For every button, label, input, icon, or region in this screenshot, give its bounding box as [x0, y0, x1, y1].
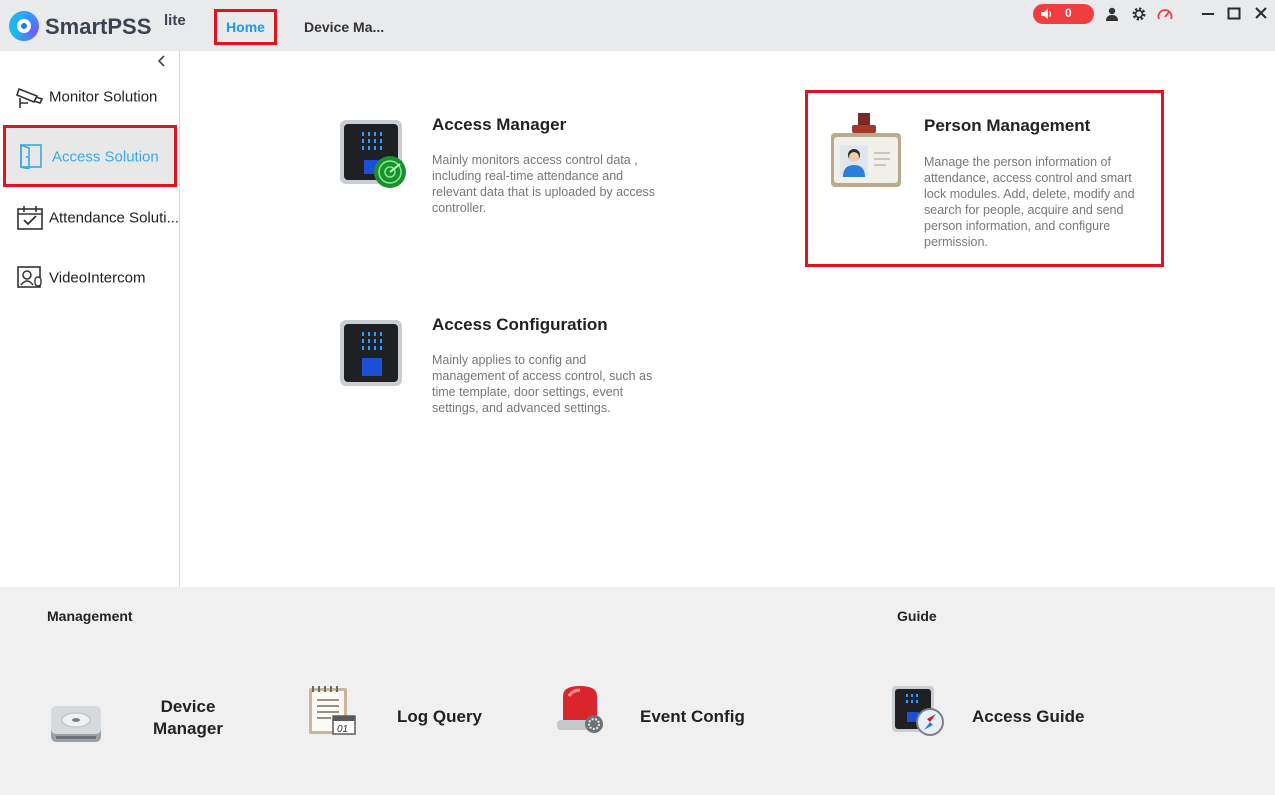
person-management-card[interactable]: Person Management Manage the person info…	[805, 90, 1164, 267]
access-terminal-icon	[340, 320, 402, 386]
alarm-light-gear-icon	[557, 686, 603, 733]
user-icon[interactable]	[1104, 6, 1120, 22]
app-name: SmartPSS	[45, 14, 152, 39]
alarm-count: 0	[1065, 6, 1072, 20]
performance-gauge-icon[interactable]	[1157, 6, 1173, 22]
log-query-label: Log Query	[397, 707, 483, 726]
bottom-panel: Management Guide Device Manager 01 Log Q…	[0, 587, 1275, 795]
hard-drive-icon	[51, 706, 101, 742]
sidebar-item-access-solution[interactable]: Access Solution	[3, 125, 177, 187]
sidebar-item-label: Attendance Soluti...	[49, 209, 180, 227]
door-icon	[20, 143, 42, 169]
access-manager-card[interactable]: Access Manager Mainly monitors access co…	[338, 112, 668, 232]
access-guide-compass-icon	[892, 686, 944, 736]
gear-icon[interactable]	[1131, 6, 1147, 22]
access-manager-description: Mainly monitors access control data , in…	[432, 153, 656, 215]
access-manager-title: Access Manager	[432, 115, 567, 134]
access-guide-button[interactable]: Access Guide	[890, 682, 1100, 742]
log-notepad-icon: 01	[309, 686, 356, 735]
sidebar-item-attendance-solution[interactable]: Attendance Soluti...	[0, 191, 180, 251]
access-configuration-card[interactable]: Access Configuration Mainly applies to c…	[338, 312, 668, 432]
title-bar: SmartPSS lite Home Device Ma... 0	[0, 0, 1275, 51]
tab-device-manager[interactable]: Device Ma...	[304, 9, 384, 45]
cctv-camera-icon	[16, 87, 44, 108]
event-config-label: Event Config	[640, 707, 745, 726]
speaker-icon	[1041, 9, 1052, 19]
close-icon[interactable]	[1252, 4, 1270, 22]
chevron-left-icon[interactable]	[154, 53, 170, 69]
event-config-button[interactable]: Event Config	[553, 682, 763, 742]
app-suffix: lite	[164, 12, 186, 29]
access-configuration-description: Mainly applies to config and management …	[432, 353, 653, 415]
access-terminal-radar-icon	[340, 120, 406, 188]
svg-text:01: 01	[337, 724, 348, 735]
person-management-description: Manage the person information of attenda…	[924, 155, 1135, 249]
device-manager-label: Device Manager	[153, 697, 223, 738]
management-section-title: Management	[47, 608, 133, 624]
log-query-button[interactable]: 01 Log Query	[305, 682, 505, 742]
guide-section-title: Guide	[897, 608, 937, 624]
calendar-check-icon	[17, 206, 43, 230]
intercom-icon	[17, 266, 42, 288]
access-guide-label: Access Guide	[972, 707, 1085, 726]
id-badge-icon	[831, 113, 901, 187]
alarm-button[interactable]: 0	[1033, 4, 1094, 24]
sidebar-item-videointercom[interactable]: VideoIntercom	[0, 251, 180, 311]
maximize-icon[interactable]	[1225, 4, 1243, 22]
sidebar-item-label: Access Solution	[52, 148, 159, 166]
access-configuration-title: Access Configuration	[432, 315, 608, 334]
sidebar-item-label: Monitor Solution	[49, 88, 158, 106]
person-management-title: Person Management	[924, 116, 1091, 135]
minimize-icon[interactable]	[1199, 4, 1217, 22]
sidebar: Monitor Solution Access Solution Attenda…	[0, 51, 180, 587]
sidebar-item-label: VideoIntercom	[49, 269, 146, 287]
app-logo-icon	[9, 11, 39, 41]
device-manager-button[interactable]: Device Manager	[48, 682, 248, 742]
sidebar-item-monitor-solution[interactable]: Monitor Solution	[0, 69, 180, 129]
tab-home[interactable]: Home	[214, 9, 277, 45]
